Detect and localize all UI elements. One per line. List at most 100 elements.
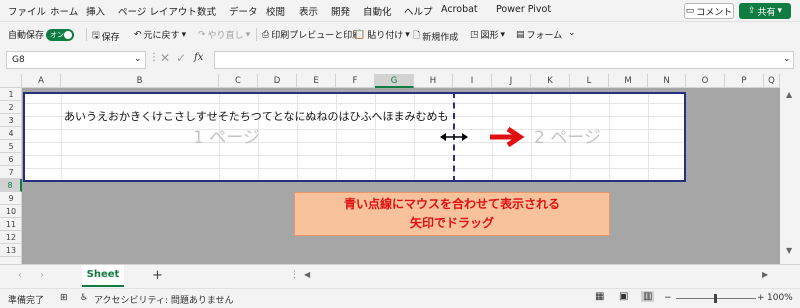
undo-icon: ↶ bbox=[134, 29, 142, 40]
undo-button[interactable]: ↶ 元に戻す ▾ bbox=[134, 28, 186, 42]
row-header[interactable]: 2 bbox=[0, 101, 22, 114]
name-box[interactable]: G8 bbox=[6, 51, 146, 69]
shapes-icon: ◳ bbox=[470, 29, 479, 40]
menu-data[interactable]: データ bbox=[229, 4, 258, 18]
menu-file[interactable]: ファイル bbox=[8, 4, 46, 18]
page-1-watermark: 1 ページ bbox=[193, 128, 260, 148]
row-header[interactable]: 6 bbox=[0, 153, 22, 166]
column-header[interactable]: Q bbox=[764, 74, 780, 88]
row-header[interactable]: 9 bbox=[0, 192, 22, 205]
sheet-tab[interactable]: Sheet bbox=[82, 265, 124, 287]
chevron-down-icon[interactable]: ⌄ bbox=[134, 54, 142, 64]
row-header[interactable]: 4 bbox=[0, 127, 22, 140]
column-header[interactable]: H bbox=[414, 74, 453, 88]
row-header[interactable]: 7 bbox=[0, 166, 22, 179]
column-header[interactable]: P bbox=[725, 74, 764, 88]
redo-icon: ↷ bbox=[198, 29, 206, 40]
accessibility-icon[interactable]: ♿ bbox=[80, 293, 88, 303]
chevron-left-icon[interactable]: ‹ bbox=[18, 270, 22, 281]
share-button[interactable]: ⇪ 共有 ▾ bbox=[739, 3, 791, 19]
select-all-corner[interactable] bbox=[0, 74, 22, 88]
row-header[interactable]: 13 bbox=[0, 244, 22, 257]
menu-automate[interactable]: 自動化 bbox=[363, 4, 392, 18]
vertical-scrollbar[interactable]: ▲ ▼ bbox=[780, 74, 800, 264]
page-break-preview-icon[interactable]: ▥ bbox=[641, 291, 655, 302]
paste-label: 貼り付け bbox=[367, 31, 404, 41]
column-header[interactable]: M bbox=[609, 74, 648, 88]
more-options-icon: ⋮ bbox=[290, 270, 299, 280]
autosave-control[interactable]: 自動保存 オン bbox=[8, 28, 75, 41]
menu-acrobat[interactable]: Acrobat bbox=[441, 4, 478, 15]
menu-power-pivot[interactable]: Power Pivot bbox=[496, 4, 551, 15]
formula-input[interactable] bbox=[214, 51, 794, 69]
page-layout-view-icon[interactable]: ▣ bbox=[619, 291, 628, 302]
scroll-right-icon[interactable]: ▶ bbox=[762, 270, 768, 279]
column-header[interactable]: F bbox=[336, 74, 375, 88]
scroll-left-icon[interactable]: ◀ bbox=[304, 270, 310, 279]
zoom-in-icon[interactable]: + bbox=[757, 293, 765, 303]
row-header[interactable]: 5 bbox=[0, 140, 22, 153]
shapes-button[interactable]: ◳ 図形 ▾ bbox=[470, 28, 505, 42]
row-header[interactable]: 3 bbox=[0, 114, 22, 127]
insert-function-icon[interactable]: fx bbox=[194, 52, 203, 63]
column-header[interactable]: O bbox=[686, 74, 725, 88]
column-header[interactable]: K bbox=[531, 74, 570, 88]
chevron-down-icon: ▾ bbox=[405, 29, 410, 40]
macro-record-icon[interactable]: ⊞ bbox=[60, 293, 68, 303]
status-ready: 準備完了 bbox=[8, 296, 45, 306]
save-icon: 🖫 bbox=[92, 31, 100, 41]
row-header[interactable]: 11 bbox=[0, 218, 22, 231]
add-sheet-icon[interactable]: + bbox=[152, 268, 163, 283]
menu-formulas[interactable]: 数式 bbox=[197, 4, 216, 18]
comment-button[interactable]: ▭ コメント bbox=[684, 3, 734, 19]
menu-view[interactable]: 表示 bbox=[299, 4, 318, 18]
status-bar: 準備完了 ⊞ ♿ アクセシビリティ: 問題ありません ▦ ▣ ▥ − + 100… bbox=[0, 288, 800, 308]
column-header[interactable]: A bbox=[22, 74, 61, 88]
undo-label: 元に戻す bbox=[143, 31, 180, 41]
menu-home[interactable]: ホーム bbox=[50, 4, 78, 18]
menu-page-layout[interactable]: ページ レイアウト bbox=[118, 4, 197, 18]
resize-arrows-icon bbox=[440, 133, 468, 141]
scroll-down-icon[interactable]: ▼ bbox=[786, 246, 792, 255]
expand-formula-bar-icon[interactable]: ⌄ bbox=[783, 54, 791, 64]
column-header[interactable]: J bbox=[492, 74, 531, 88]
cancel-icon[interactable]: ✕ bbox=[160, 51, 170, 65]
print-preview-button[interactable]: ⎙ 印刷プレビューと印刷 bbox=[262, 28, 361, 42]
redo-button[interactable]: ↷ やり直し ▾ bbox=[198, 28, 250, 42]
zoom-slider-thumb[interactable] bbox=[714, 294, 717, 303]
column-header[interactable]: C bbox=[219, 74, 258, 88]
chevron-right-icon[interactable]: › bbox=[40, 270, 44, 281]
new-button[interactable]: 🗋 新規作成 bbox=[413, 28, 458, 44]
zoom-out-icon[interactable]: − bbox=[664, 293, 672, 303]
check-icon[interactable]: ✓ bbox=[176, 51, 186, 65]
autosave-toggle[interactable]: オン bbox=[46, 28, 75, 41]
more-options-icon: ⋮ bbox=[149, 52, 159, 63]
zoom-level[interactable]: 100% bbox=[767, 293, 793, 303]
column-header[interactable]: D bbox=[258, 74, 297, 88]
menu-developer[interactable]: 開発 bbox=[331, 4, 350, 18]
menu-review[interactable]: 校閲 bbox=[266, 4, 285, 18]
row-header[interactable]: 1 bbox=[0, 88, 22, 101]
column-header[interactable]: N bbox=[648, 74, 686, 88]
cell-b3-text[interactable]: あいうえおかきくけこさしすせそたちつてとなにぬねのはひふへほまみむめも bbox=[64, 108, 448, 124]
save-button[interactable]: 🖫 保存 bbox=[92, 28, 120, 44]
column-header[interactable]: E bbox=[297, 74, 336, 88]
customize-toolbar-button[interactable]: ⌄ bbox=[568, 28, 576, 38]
form-button[interactable]: ▤ フォーム bbox=[516, 28, 562, 42]
horizontal-scrollbar[interactable]: ◀ ▶ bbox=[300, 269, 774, 283]
row-header[interactable]: 10 bbox=[0, 205, 22, 218]
column-header[interactable]: L bbox=[570, 74, 609, 88]
column-header-selected[interactable]: G bbox=[375, 74, 414, 88]
menu-help[interactable]: ヘルプ bbox=[404, 4, 433, 18]
paste-button[interactable]: 📋 貼り付け ▾ bbox=[354, 28, 410, 42]
column-header[interactable]: B bbox=[61, 74, 219, 88]
scroll-up-icon[interactable]: ▲ bbox=[786, 90, 792, 99]
normal-view-icon[interactable]: ▦ bbox=[595, 291, 604, 302]
row-header-selected[interactable]: 8 bbox=[0, 179, 22, 192]
menu-insert[interactable]: 挿入 bbox=[86, 4, 105, 18]
chevron-down-icon: ⌄ bbox=[568, 28, 576, 38]
column-header[interactable]: I bbox=[453, 74, 492, 88]
accessibility-status[interactable]: アクセシビリティ: 問題ありません bbox=[94, 293, 234, 306]
row-header[interactable]: 12 bbox=[0, 231, 22, 244]
formula-bar: G8 ⌄ ⋮ ✕ ✓ fx ⌄ bbox=[0, 46, 800, 74]
